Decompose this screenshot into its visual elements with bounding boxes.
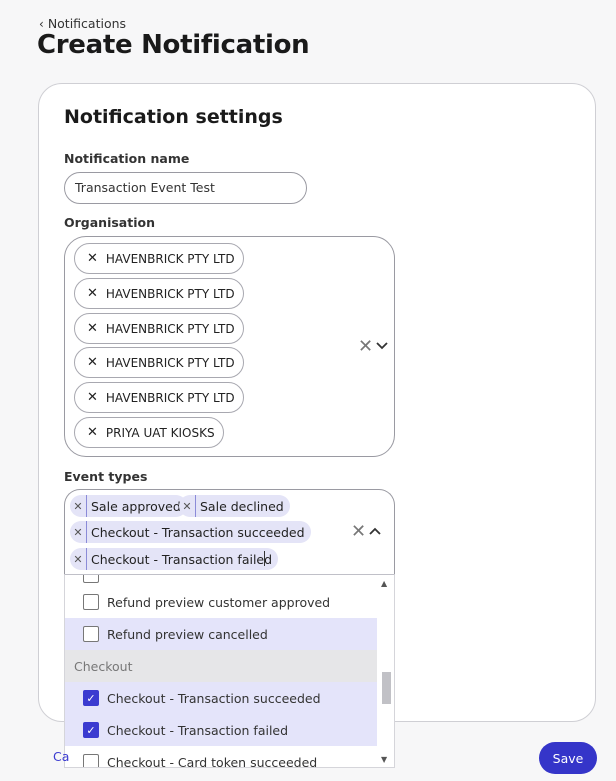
event-type-tag-label: Sale declined	[200, 498, 284, 514]
back-link-label: Notifications	[47, 16, 127, 31]
scroll-down-icon[interactable]: ▼	[381, 755, 387, 764]
clear-icon[interactable]: ✕	[351, 521, 366, 542]
remove-icon[interactable]: ✕	[87, 321, 98, 336]
page-title: Create Notification	[37, 30, 310, 60]
organisation-chip: ✕ HAVENBRICK PTY LTD	[74, 243, 244, 274]
notification-name-label: Notification name	[64, 151, 190, 166]
organisation-chip: ✕ HAVENBRICK PTY LTD	[74, 313, 244, 344]
checkbox[interactable]	[83, 594, 99, 610]
organisation-controls: ✕	[358, 336, 389, 357]
remove-icon[interactable]: ✕	[87, 355, 98, 370]
checkbox-checked[interactable]: ✓	[83, 722, 99, 738]
organisation-chip-label: HAVENBRICK PTY LTD	[105, 321, 235, 336]
event-types-controls: ✕	[351, 521, 382, 542]
checkbox[interactable]	[83, 626, 99, 642]
event-type-tag-label: Checkout - Transaction succeeded	[91, 524, 305, 540]
organisation-chip-label: HAVENBRICK PTY LTD	[105, 286, 235, 301]
text-cursor	[264, 551, 265, 566]
cancel-link[interactable]: Ca	[53, 749, 69, 764]
event-type-tag: ✕ Sale declined	[179, 495, 290, 517]
notification-name-input[interactable]: Transaction Event Test	[64, 172, 307, 204]
option-checkout-transaction-failed[interactable]: ✓ Checkout - Transaction failed	[65, 714, 377, 746]
organisation-chip: ✕ HAVENBRICK PTY LTD	[74, 278, 244, 309]
organisation-chip-label: HAVENBRICK PTY LTD	[105, 355, 235, 370]
organisation-chip: ✕ HAVENBRICK PTY LTD	[74, 382, 244, 413]
clear-icon[interactable]: ✕	[358, 336, 373, 357]
event-types-dropdown: Refund preview customer approved Refund …	[64, 574, 395, 768]
chevron-left-icon: ‹	[39, 16, 44, 31]
option-refund-preview-customer-approved[interactable]: Refund preview customer approved	[65, 586, 377, 618]
remove-icon[interactable]: ✕	[70, 521, 87, 543]
save-button[interactable]: Save	[539, 742, 597, 774]
option-label: Refund preview cancelled	[107, 626, 268, 642]
organisation-label: Organisation	[64, 215, 155, 230]
option-group-checkout: Checkout	[65, 650, 377, 682]
remove-icon[interactable]: ✕	[87, 425, 98, 440]
remove-icon[interactable]: ✕	[87, 390, 98, 405]
scroll-up-icon[interactable]: ▲	[381, 579, 387, 588]
organisation-chip-label: HAVENBRICK PTY LTD	[105, 390, 235, 405]
organisation-chip: ✕ PRIYA UAT KIOSKS	[74, 417, 224, 448]
option-label: Refund preview customer approved	[107, 594, 331, 610]
event-type-tag: ✕ Sale approved	[70, 495, 187, 517]
event-type-tag-label: Sale approved	[91, 498, 181, 514]
organisation-chip-label: PRIYA UAT KIOSKS	[105, 425, 215, 440]
option-checkout-card-token-succeeded[interactable]: Checkout - Card token succeeded	[65, 746, 377, 768]
remove-icon[interactable]: ✕	[179, 495, 196, 517]
option-refund-preview-cancelled[interactable]: Refund preview cancelled	[65, 618, 377, 650]
checkbox[interactable]	[83, 754, 99, 767]
scroll-thumb[interactable]	[382, 672, 391, 704]
option-label: Checkout - Card token succeeded	[107, 754, 318, 768]
remove-icon[interactable]: ✕	[70, 548, 87, 570]
option-checkout-transaction-succeeded[interactable]: ✓ Checkout - Transaction succeeded	[65, 682, 377, 714]
organisation-chip-label: HAVENBRICK PTY LTD	[105, 251, 235, 266]
event-types-label: Event types	[64, 469, 148, 484]
option-label: Checkout - Transaction succeeded	[107, 690, 321, 706]
remove-icon[interactable]: ✕	[87, 251, 98, 266]
checkbox[interactable]	[83, 575, 99, 583]
chevron-down-icon[interactable]	[375, 339, 389, 355]
checkbox-checked[interactable]: ✓	[83, 690, 99, 706]
event-type-tag-label: Checkout - Transaction failed	[91, 551, 273, 567]
remove-icon[interactable]: ✕	[70, 495, 87, 517]
event-type-tag: ✕ Checkout - Transaction succeeded	[70, 521, 311, 543]
option-label: Checkout - Transaction failed	[107, 722, 289, 738]
back-to-notifications-link[interactable]: ‹ Notifications	[39, 16, 126, 31]
chevron-up-icon[interactable]	[368, 524, 382, 540]
remove-icon[interactable]: ✕	[87, 286, 98, 301]
dropdown-scrollbar[interactable]: ▲ ▼	[377, 575, 394, 767]
section-title: Notification settings	[64, 106, 283, 128]
organisation-chip: ✕ HAVENBRICK PTY LTD	[74, 347, 244, 378]
event-type-tag: ✕ Checkout - Transaction failed	[70, 548, 279, 570]
